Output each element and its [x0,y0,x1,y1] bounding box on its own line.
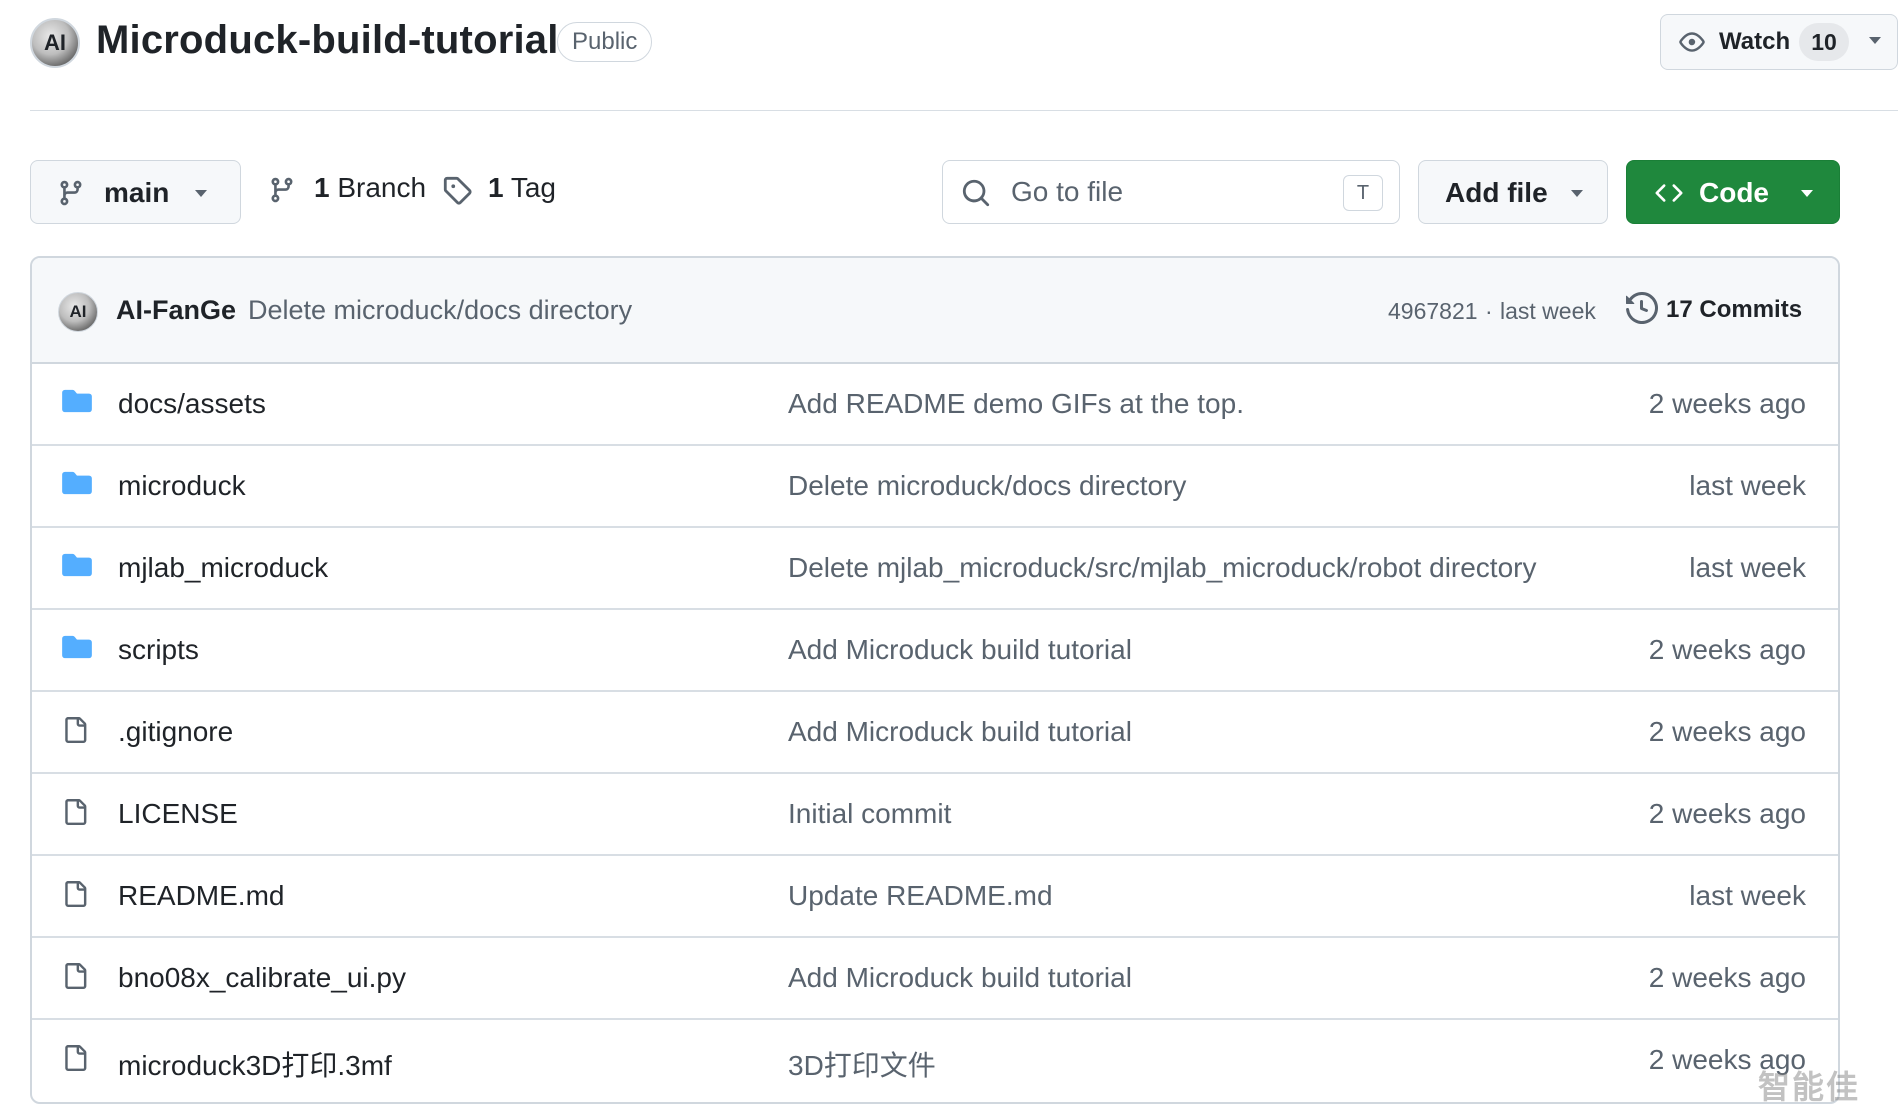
file-row[interactable]: README.md Update README.md last week [32,856,1838,938]
branches-label: Branch [337,172,427,203]
owner-avatar-text: AI [44,30,66,55]
branches-count: 1 [314,172,330,203]
eye-icon [1679,32,1705,52]
watch-count: 10 [1799,23,1849,61]
file-commit-time: last week [1689,470,1806,501]
file-commit-time: 2 weeks ago [1648,388,1806,419]
file-commit-time: 2 weeks ago [1648,716,1806,747]
file-row[interactable]: LICENSE Initial commit 2 weeks ago [32,774,1838,856]
keyboard-shortcut-hint: T [1343,175,1383,211]
add-file-label: Add file [1445,177,1548,208]
file-name-link[interactable]: microduck [118,470,246,502]
file-name-link[interactable]: LICENSE [118,798,238,830]
file-name-link[interactable]: mjlab_microduck [118,552,328,584]
file-icon [62,1042,88,1079]
watermark: 智能佳 [1758,1069,1861,1105]
code-button[interactable]: Code [1626,160,1840,224]
file-commit-message-link[interactable]: Initial commit [788,798,951,830]
file-name-link[interactable]: README.md [118,880,284,912]
commit-separator: · [1485,298,1493,324]
commit-time: last week [1500,298,1596,324]
go-to-file-input[interactable] [1009,171,1309,213]
watch-button[interactable]: Watch 10 [1660,14,1898,70]
git-branch-icon [271,177,293,203]
file-commit-time: 2 weeks ago [1648,634,1806,665]
file-commit-time: 2 weeks ago [1648,798,1806,829]
branch-name: main [104,177,170,208]
commit-message-link[interactable]: Delete microduck/docs directory [248,295,632,326]
chevron-down-icon [195,190,207,197]
file-commit-message-link[interactable]: Add Microduck build tutorial [788,962,1132,994]
header-divider [30,110,1898,111]
tags-count: 1 [488,172,504,203]
branch-selector[interactable]: main [30,160,241,224]
author-avatar-text: AI [69,302,87,321]
add-file-button[interactable]: Add file [1418,160,1608,224]
go-to-file-search[interactable]: T [942,160,1400,224]
folder-icon [62,470,92,501]
file-commit-message-link[interactable]: Update README.md [788,880,1053,912]
file-name-link[interactable]: scripts [118,634,199,666]
file-commit-message-link[interactable]: Add README demo GIFs at the top. [788,388,1244,420]
watch-label: Watch [1719,28,1791,55]
tag-icon [443,176,472,205]
file-row[interactable]: microduck3D打印.3mf 3D打印文件 2 weeks ago [32,1020,1838,1102]
file-row[interactable]: microduck Delete microduck/docs directory… [32,446,1838,528]
file-commit-message-link[interactable]: Add Microduck build tutorial [788,634,1132,666]
git-branch-icon [60,180,82,206]
chevron-down-icon[interactable] [1867,35,1883,47]
file-row[interactable]: .gitignore Add Microduck build tutorial 2 … [32,692,1838,774]
tags-label: Tag [510,172,557,203]
folder-icon [62,634,92,665]
commit-author-link[interactable]: AI-FanGe [116,295,236,326]
file-name-link[interactable]: microduck3D打印.3mf [118,1044,392,1084]
file-icon [62,714,88,751]
commit-hash-link[interactable]: 4967821 [1388,298,1478,325]
owner-avatar[interactable]: AI [30,18,80,68]
file-commit-message-link[interactable]: 3D打印文件 [788,1044,936,1084]
author-avatar[interactable]: AI [58,292,98,332]
file-commit-message-link[interactable]: Delete mjlab_microduck/src/mjlab_microdu… [788,552,1536,584]
file-icon [62,878,88,915]
folder-icon [62,552,92,583]
code-label: Code [1699,177,1769,208]
file-commit-time: last week [1689,552,1806,583]
file-name-link[interactable]: docs/assets [118,388,266,420]
chevron-down-icon [1571,190,1583,197]
chevron-down-icon [1801,190,1813,197]
search-icon [962,179,990,207]
file-row[interactable]: docs/assets Add README demo GIFs at the t… [32,364,1838,446]
file-commit-time: last week [1689,880,1806,911]
commits-label: Commits [1699,296,1803,323]
file-list: docs/assets Add README demo GIFs at the t… [32,364,1838,1102]
history-icon [1626,292,1658,324]
visibility-badge: Public [557,22,653,62]
file-commit-message-link[interactable]: Add Microduck build tutorial [788,716,1132,748]
commits-count: 17 [1666,296,1693,323]
code-icon [1655,184,1683,202]
file-name-link[interactable]: .gitignore [118,716,233,748]
file-commit-time: 2 weeks ago [1648,962,1806,993]
file-row[interactable]: scripts Add Microduck build tutorial 2 wee… [32,610,1838,692]
file-table: AI AI-FanGe Delete microduck/docs direct… [30,256,1840,1104]
file-name-link[interactable]: bno08x_calibrate_ui.py [118,962,406,994]
folder-icon [62,388,92,419]
repo-header: AI Microduck-build-tutorial Public Watch… [30,14,1898,96]
file-icon [62,960,88,997]
file-row[interactable]: mjlab_microduck Delete mjlab_microduck/sr… [32,528,1838,610]
repo-name-link[interactable]: Microduck-build-tutorial [96,18,559,63]
latest-commit-bar: AI AI-FanGe Delete microduck/docs direct… [32,258,1838,364]
file-row[interactable]: bno08x_calibrate_ui.py Add Microduck buil… [32,938,1838,1020]
file-icon [62,796,88,833]
file-commit-message-link[interactable]: Delete microduck/docs directory [788,470,1186,502]
